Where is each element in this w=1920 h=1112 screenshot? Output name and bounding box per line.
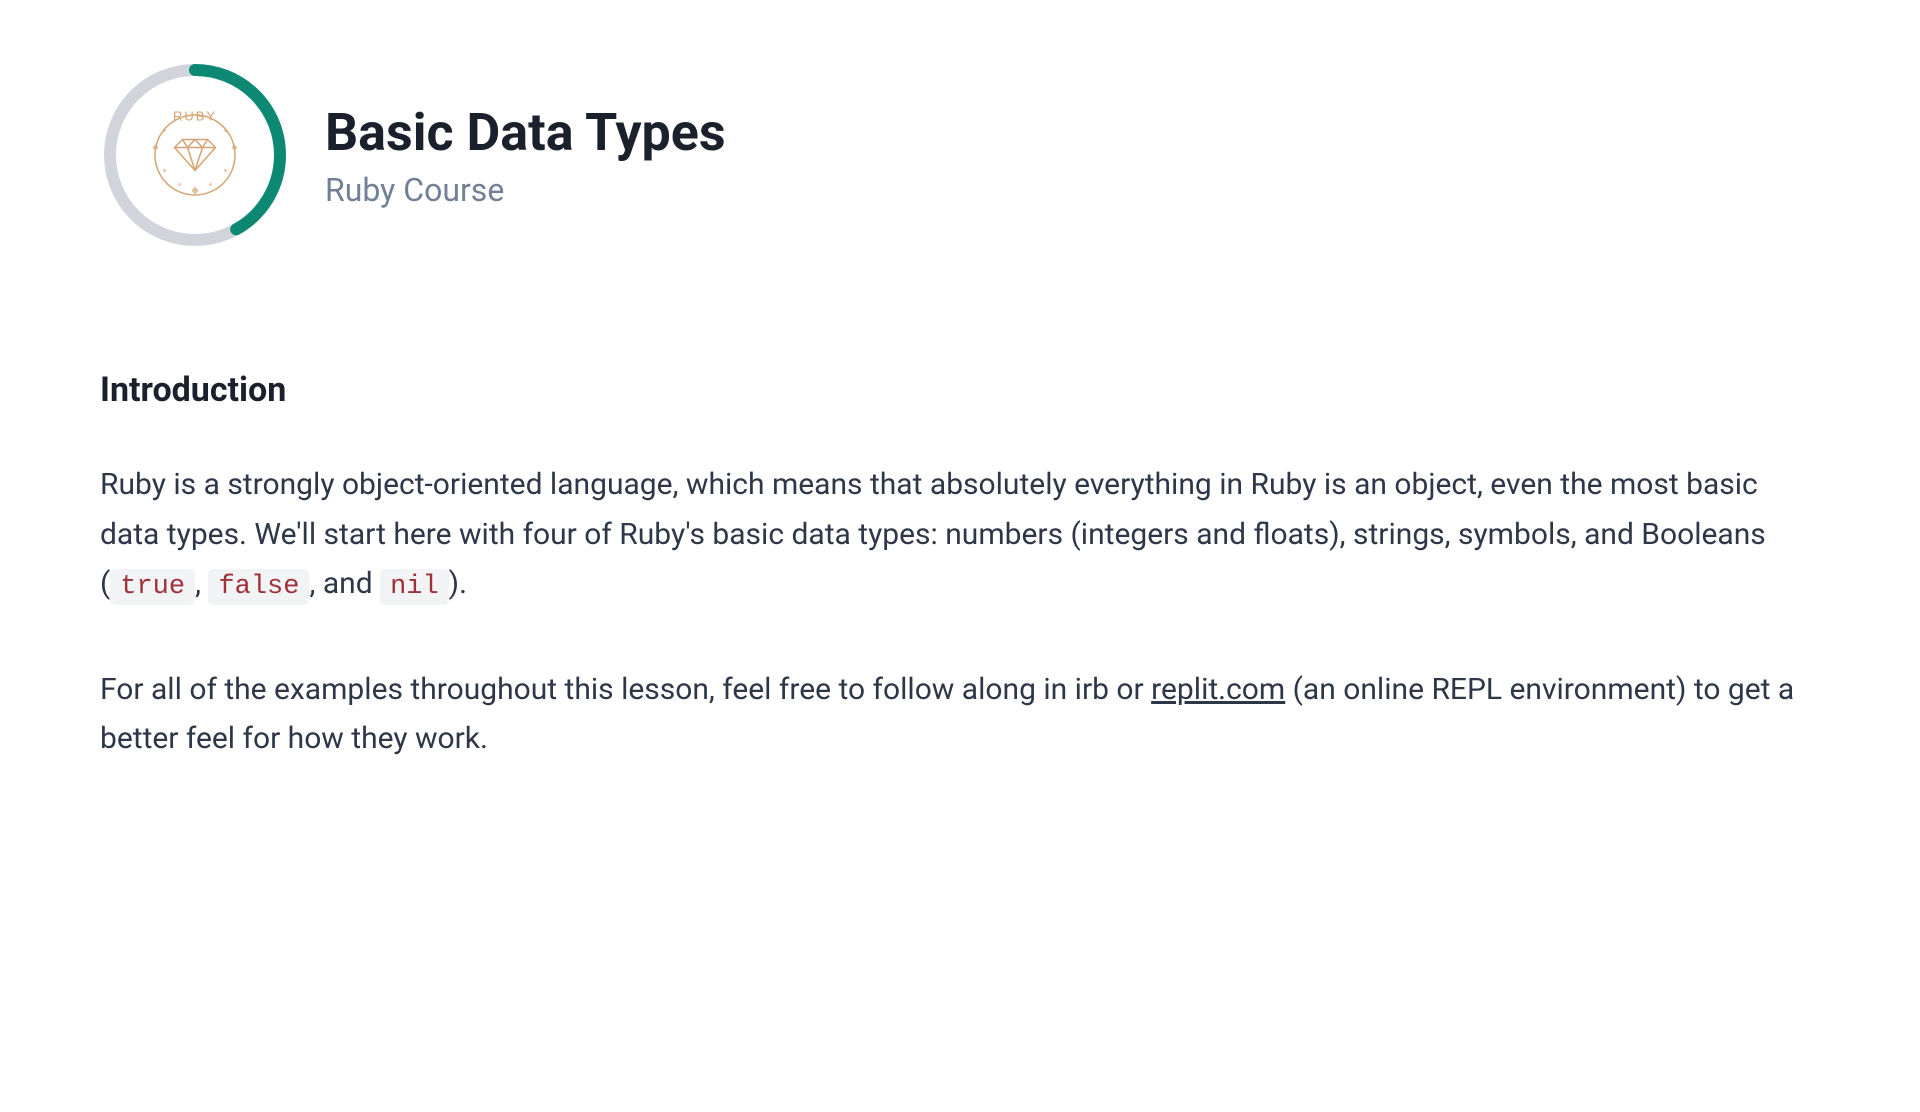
section-heading: Introduction [100, 370, 1820, 410]
intro-paragraph-1: Ruby is a strongly object-oriented langu… [100, 460, 1820, 610]
badge-label: RUBY [173, 109, 217, 124]
course-name: Ruby Course [325, 171, 726, 209]
replit-link[interactable]: replit.com [1151, 672, 1285, 707]
text-fragment: , [195, 566, 208, 601]
text-fragment: For all of the examples throughout this … [100, 672, 1151, 707]
badge-inner: RUBY [133, 93, 258, 218]
code-false: false [208, 569, 309, 605]
lesson-content: Introduction Ruby is a strongly object-o… [100, 370, 1820, 764]
text-fragment: , and [309, 566, 380, 601]
lesson-header: RUBY [100, 60, 1820, 250]
title-block: Basic Data Types Ruby Course [325, 102, 726, 209]
intro-paragraph-2: For all of the examples throughout this … [100, 665, 1820, 764]
progress-badge: RUBY [100, 60, 290, 250]
lesson-title: Basic Data Types [325, 102, 726, 163]
code-true: true [110, 569, 195, 605]
code-nil: nil [380, 569, 449, 605]
text-fragment: ). [449, 566, 467, 601]
ruby-diamond-icon: RUBY [133, 93, 258, 218]
